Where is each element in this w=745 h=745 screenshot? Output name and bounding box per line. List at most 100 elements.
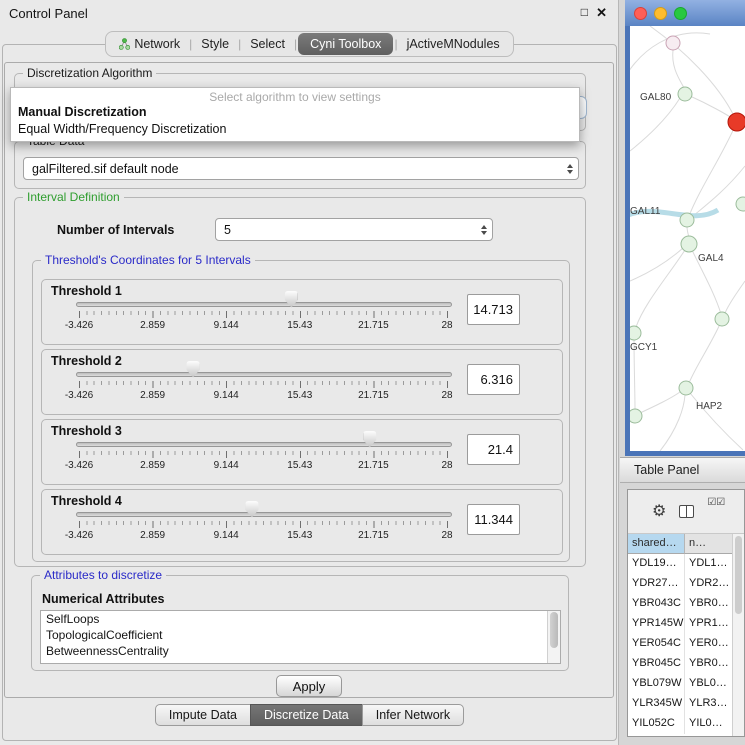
slider-thumb[interactable]: [245, 501, 258, 518]
network-node[interactable]: [715, 312, 729, 326]
table-scrollbar[interactable]: [732, 534, 744, 736]
slider-tick-labels: -3.4262.8599.14415.4321.71528: [79, 320, 447, 332]
table-row[interactable]: YLR345WYLR3…: [628, 694, 744, 714]
tick-label: -3.426: [65, 460, 93, 471]
tab-separator: |: [294, 37, 297, 51]
node-label: HAP2: [696, 401, 723, 412]
table-cell: YBR045C: [628, 654, 685, 674]
attributes-group: Attributes to discretize Numerical Attri…: [31, 575, 569, 671]
table-cell: YBR043C: [628, 594, 685, 614]
slider-area[interactable]: [79, 361, 447, 379]
tick-label: 15.43: [287, 460, 312, 471]
tab-style[interactable]: Style: [193, 34, 237, 54]
selected-node[interactable]: [728, 113, 745, 131]
tab-select[interactable]: Select: [242, 34, 293, 54]
close-traffic-light-icon[interactable]: [634, 7, 647, 20]
threshold-value[interactable]: 11.344: [467, 504, 520, 535]
network-node[interactable]: [630, 409, 642, 423]
table-toolbar: ⚙ ☑☑: [628, 490, 744, 534]
table-row[interactable]: YIL052CYIL0…: [628, 714, 744, 734]
tab-label: Style: [201, 37, 229, 51]
table-row[interactable]: YPR145WYPR1…: [628, 614, 744, 634]
list-scrollbar[interactable]: [547, 611, 560, 663]
tick-label: 21.715: [358, 320, 389, 331]
table-cell: YIL052C: [628, 714, 685, 734]
tab-label: Select: [250, 37, 285, 51]
select-checkboxes-icon[interactable]: ☑☑: [707, 497, 725, 508]
tab-discretize-data[interactable]: Discretize Data: [250, 704, 363, 726]
threshold-value[interactable]: 21.4: [467, 434, 520, 465]
slider-thumb[interactable]: [285, 291, 298, 308]
top-tab-bar: Network|Style|Select|Cyni Toolbox|jActiv…: [0, 31, 619, 57]
network-node[interactable]: [630, 326, 641, 340]
table-row[interactable]: YBL079WYBL0…: [628, 674, 744, 694]
float-window-icon[interactable]: □: [581, 5, 588, 19]
tab-jactivemnodules[interactable]: jActiveMNodules: [399, 34, 508, 54]
table-row[interactable]: YBR043CYBR0…: [628, 594, 744, 614]
slider-area[interactable]: [79, 291, 447, 309]
number-of-intervals-label: Number of Intervals: [57, 223, 174, 237]
tab-cyni-toolbox[interactable]: Cyni Toolbox: [298, 33, 393, 55]
tick-label: -3.426: [65, 390, 93, 401]
table-row[interactable]: YBR045CYBR0…: [628, 654, 744, 674]
table-cell: YPR145W: [628, 614, 685, 634]
attribute-item-selfloops[interactable]: SelfLoops: [41, 611, 560, 627]
number-of-intervals-combo[interactable]: 5: [215, 218, 493, 241]
network-node[interactable]: [736, 197, 745, 211]
network-icon: [119, 38, 130, 50]
tab-label: Network: [134, 37, 180, 51]
slider-thumb[interactable]: [363, 431, 376, 448]
algorithm-option-equal-width-frequency-discretization[interactable]: Equal Width/Frequency Discretization: [11, 121, 579, 138]
slider-area[interactable]: [79, 431, 447, 449]
close-icon[interactable]: ✕: [596, 5, 607, 21]
tick-label: 28: [441, 320, 452, 331]
tick-label: 9.144: [214, 460, 239, 471]
tab-impute-data[interactable]: Impute Data: [155, 704, 251, 726]
table-cell: YBL079W: [628, 674, 685, 694]
tab-infer-network[interactable]: Infer Network: [362, 704, 464, 726]
columns-icon[interactable]: [679, 505, 694, 518]
table-data-group: Table Data galFiltered.sif default node: [14, 141, 586, 189]
tick-label: 28: [441, 530, 452, 541]
zoom-traffic-light-icon[interactable]: [674, 7, 687, 20]
table-data-combo[interactable]: galFiltered.sif default node: [23, 157, 579, 180]
minimize-traffic-light-icon[interactable]: [654, 7, 667, 20]
numerical-attributes-list[interactable]: SelfLoopsTopologicalCoefficientBetweenne…: [40, 610, 561, 664]
network-node[interactable]: [680, 213, 694, 227]
bottom-tab-bar: Impute DataDiscretize DataInfer Network: [0, 704, 619, 726]
network-node[interactable]: [681, 236, 697, 252]
table-panel-header[interactable]: Table Panel: [620, 457, 745, 483]
dropdown-options: Manual DiscretizationEqual Width/Frequen…: [11, 104, 579, 138]
slider-major-ticks: [79, 521, 448, 528]
tick-label: -3.426: [65, 530, 93, 541]
table-row[interactable]: YDL19…YDL1…: [628, 554, 744, 574]
cyni-toolbox-content: Discretization Algorithm Select algorith…: [4, 62, 614, 698]
scrollbar-thumb[interactable]: [735, 536, 742, 614]
table-panel-title: Table Panel: [634, 463, 699, 477]
threshold-value[interactable]: 14.713: [467, 294, 520, 325]
attribute-item-topologicalcoefficient[interactable]: TopologicalCoefficient: [41, 627, 560, 643]
table-row[interactable]: YDR27…YDR2…: [628, 574, 744, 594]
column-header-0[interactable]: shared…: [628, 534, 685, 554]
number-of-intervals-value: 5: [216, 223, 476, 237]
threshold-value[interactable]: 6.316: [467, 364, 520, 395]
gear-icon[interactable]: ⚙: [652, 504, 666, 520]
tab-separator: |: [394, 37, 397, 51]
slider-tick-labels: -3.4262.8599.14415.4321.71528: [79, 530, 447, 542]
attribute-item-betweennesscentrality[interactable]: BetweennessCentrality: [41, 643, 560, 659]
slider-thumb[interactable]: [187, 361, 200, 378]
network-node[interactable]: [678, 87, 692, 101]
tab-label: Cyni Toolbox: [310, 37, 381, 51]
tab-network[interactable]: Network: [111, 34, 188, 54]
slider-major-ticks: [79, 451, 448, 458]
algorithm-option-manual-discretization[interactable]: Manual Discretization: [11, 104, 579, 121]
apply-button[interactable]: Apply: [276, 675, 342, 697]
table-row[interactable]: YER054CYER0…: [628, 634, 744, 654]
network-node[interactable]: [679, 381, 693, 395]
scrollbar-thumb[interactable]: [550, 612, 558, 648]
tick-label: 2.859: [140, 390, 165, 401]
slider-area[interactable]: [79, 501, 447, 519]
network-node[interactable]: [666, 36, 680, 50]
network-graph: GAL80 GAL11 GAL4 GCY1 HAP2: [630, 26, 745, 451]
network-canvas[interactable]: GAL80 GAL11 GAL4 GCY1 HAP2: [630, 26, 745, 451]
